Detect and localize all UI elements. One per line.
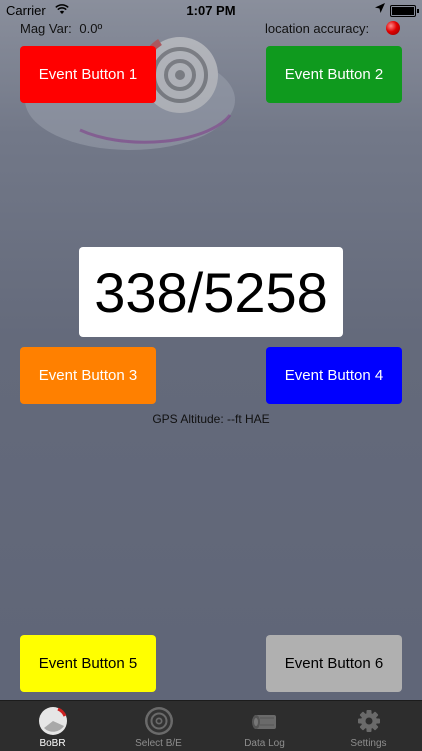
event-button-2[interactable]: Event Button 2	[266, 46, 402, 103]
event-button-3[interactable]: Event Button 3	[20, 347, 156, 404]
tab-label: Settings	[350, 738, 387, 749]
mag-var: Mag Var: 0.0º	[20, 21, 102, 36]
event-button-4[interactable]: Event Button 4	[266, 347, 402, 404]
battery-icon	[390, 5, 419, 17]
event-button-6[interactable]: Event Button 6	[266, 635, 402, 692]
tab-select-be[interactable]: Select B/E	[106, 701, 211, 751]
mag-var-label: Mag Var:	[20, 21, 72, 36]
tab-label: BoBR	[39, 738, 66, 749]
tab-data-log[interactable]: Data Log	[212, 701, 317, 751]
tab-label: Data Log	[244, 738, 285, 749]
target-icon	[144, 707, 173, 735]
location-accuracy-indicator	[386, 21, 400, 35]
tab-bar: BoBR Select B/E Data Log Settings	[0, 700, 422, 751]
location-accuracy-label: location accuracy:	[265, 21, 370, 36]
tab-settings[interactable]: Settings	[316, 701, 421, 751]
bearing-range-readout: 338/5258	[79, 247, 343, 337]
clock: 1:07 PM	[186, 3, 236, 18]
log-icon	[251, 715, 276, 729]
bobr-ball-icon	[38, 707, 67, 735]
gps-altitude: GPS Altitude: --ft HAE	[152, 412, 270, 426]
mag-var-value: 0.0º	[79, 21, 103, 36]
tab-bobr[interactable]: BoBR	[0, 701, 105, 751]
location-arrow-icon	[375, 3, 385, 16]
status-bar: Carrier 1:07 PM	[0, 0, 422, 20]
gear-icon	[357, 710, 380, 732]
event-button-1[interactable]: Event Button 1	[20, 46, 156, 103]
event-button-5[interactable]: Event Button 5	[20, 635, 156, 692]
tab-label: Select B/E	[135, 738, 182, 749]
